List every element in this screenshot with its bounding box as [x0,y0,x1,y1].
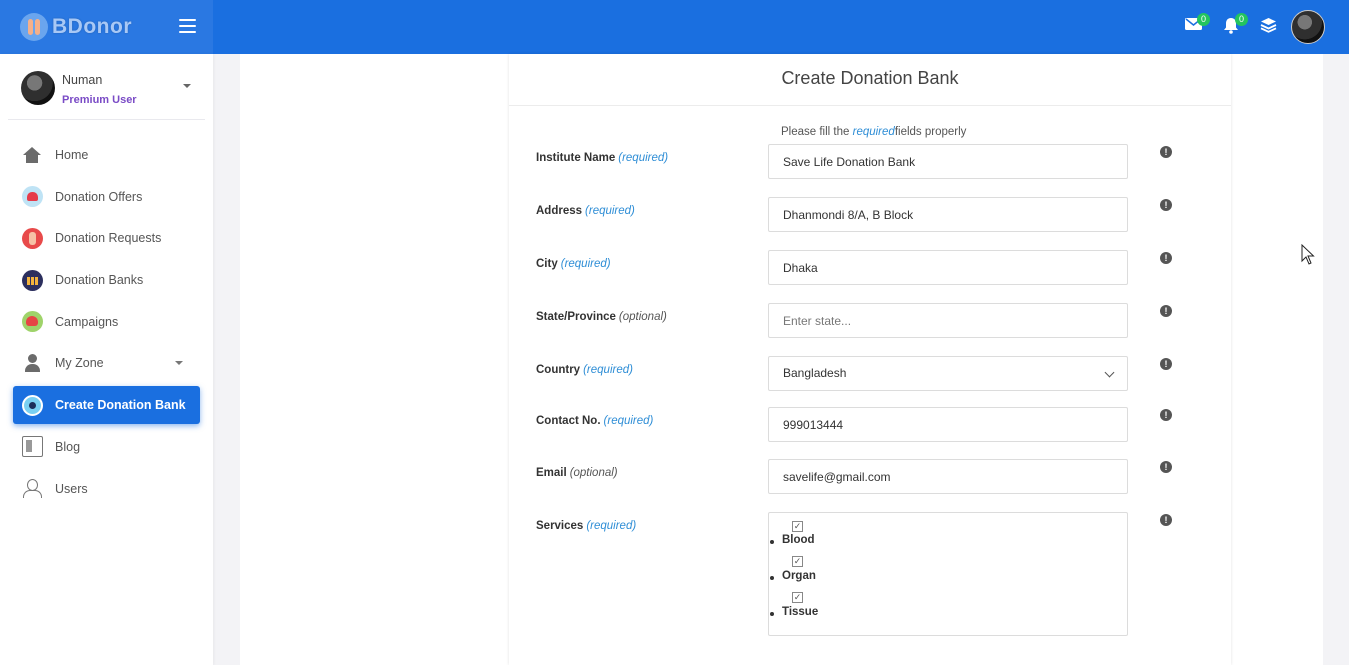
contact-input[interactable] [768,407,1128,442]
country-selected-value: Bangladesh [783,366,847,380]
sidebar-item-blog[interactable]: Blog [13,428,200,466]
sidebar-item-label: Campaigns [55,314,119,329]
user-name: Numan [62,73,103,87]
sidebar-item-donation-banks[interactable]: Donation Banks [13,261,200,299]
sidebar-item-donation-requests[interactable]: Donation Requests [13,219,200,257]
info-icon[interactable]: ! [1160,199,1172,211]
sidebar: Numan Premium User Home Donation Offers … [0,54,213,665]
state-input[interactable] [768,303,1128,338]
sidebar-item-home[interactable]: Home [13,136,200,174]
sidebar-item-label: Create Donation Bank [55,398,186,413]
institute-name-input[interactable] [768,144,1128,179]
service-label-blood: Blood [782,534,815,546]
sidebar-item-label: Donation Offers [55,189,143,204]
brand-name: BDonor [52,15,132,38]
institute-label: Institute Name (required) [536,152,669,164]
info-icon[interactable]: ! [1160,305,1172,317]
country-select[interactable]: Bangladesh [768,356,1128,391]
sidebar-item-label: Blog [55,439,81,454]
address-input[interactable] [768,197,1128,232]
brand-logo-icon [20,13,48,41]
service-label-tissue: Tissue [782,606,819,618]
sidebar-item-label: Home [55,148,89,162]
people-bank-icon [22,269,43,291]
form-hint: Please fill the requiredfields properly [781,126,967,138]
email-label: Email (optional) [536,467,618,479]
sidebar-nav: Home Donation Offers Donation Requests D… [13,136,200,511]
list-bullet [770,612,774,616]
info-icon[interactable]: ! [1160,409,1172,421]
user-panel: Numan Premium User [8,54,205,120]
layers-icon[interactable] [1258,17,1278,37]
user-role: Premium User [62,94,137,106]
list-bullet [770,540,774,544]
top-navbar: BDonor 0 0 [0,0,1349,54]
email-input[interactable] [768,459,1128,494]
sidebar-item-label: Donation Requests [55,231,162,246]
user-avatar [21,71,55,105]
info-icon[interactable]: ! [1160,146,1172,158]
messages-badge: 0 [1197,13,1210,26]
chevron-down-icon [1104,367,1115,378]
tissue-checkbox[interactable]: ✓ [792,592,803,603]
sidebar-item-create-donation-bank[interactable]: Create Donation Bank [13,386,200,425]
notifications-bell-icon[interactable]: 0 [1221,13,1248,37]
hamburger-menu-icon[interactable] [179,19,196,33]
profile-avatar[interactable] [1291,10,1325,44]
heart-hand-icon [22,186,43,208]
city-label: City (required) [536,258,611,270]
bank-create-icon [22,394,43,416]
sidebar-item-campaigns[interactable]: Campaigns [13,303,200,341]
chevron-down-icon [175,361,183,366]
campaign-heart-icon [22,311,43,333]
city-input[interactable] [768,250,1128,285]
home-icon [22,145,43,166]
blog-icon [22,436,43,458]
list-bullet [770,576,774,580]
messages-icon[interactable]: 0 [1183,13,1210,37]
contact-label: Contact No. (required) [536,415,654,427]
user-menu-caret-icon[interactable] [183,84,191,88]
create-bank-form-card: Create Donation Bank Please fill the req… [509,54,1231,665]
address-label: Address (required) [536,205,635,217]
user-icon [22,353,43,374]
sidebar-item-label: My Zone [55,356,104,371]
hand-request-icon [22,227,43,249]
users-icon [22,478,43,499]
info-icon[interactable]: ! [1160,252,1172,264]
sidebar-item-donation-offers[interactable]: Donation Offers [13,178,200,216]
services-label: Services (required) [536,520,637,532]
info-icon[interactable]: ! [1160,461,1172,473]
info-icon[interactable]: ! [1160,514,1172,526]
service-label-organ: Organ [782,570,816,582]
info-icon[interactable]: ! [1160,358,1172,370]
organ-checkbox[interactable]: ✓ [792,556,803,567]
sidebar-item-users[interactable]: Users [13,470,200,508]
page-title: Create Donation Bank [509,54,1231,106]
services-checklist: ✓ Blood ✓ Organ ✓ Tissue [768,512,1128,636]
state-label: State/Province (optional) [536,311,667,323]
sidebar-item-label: Donation Banks [55,273,144,288]
notifications-badge: 0 [1235,13,1248,26]
sidebar-item-label: Users [55,481,88,496]
sidebar-item-my-zone[interactable]: My Zone [13,344,200,382]
country-label: Country (required) [536,364,633,376]
blood-checkbox[interactable]: ✓ [792,521,803,532]
